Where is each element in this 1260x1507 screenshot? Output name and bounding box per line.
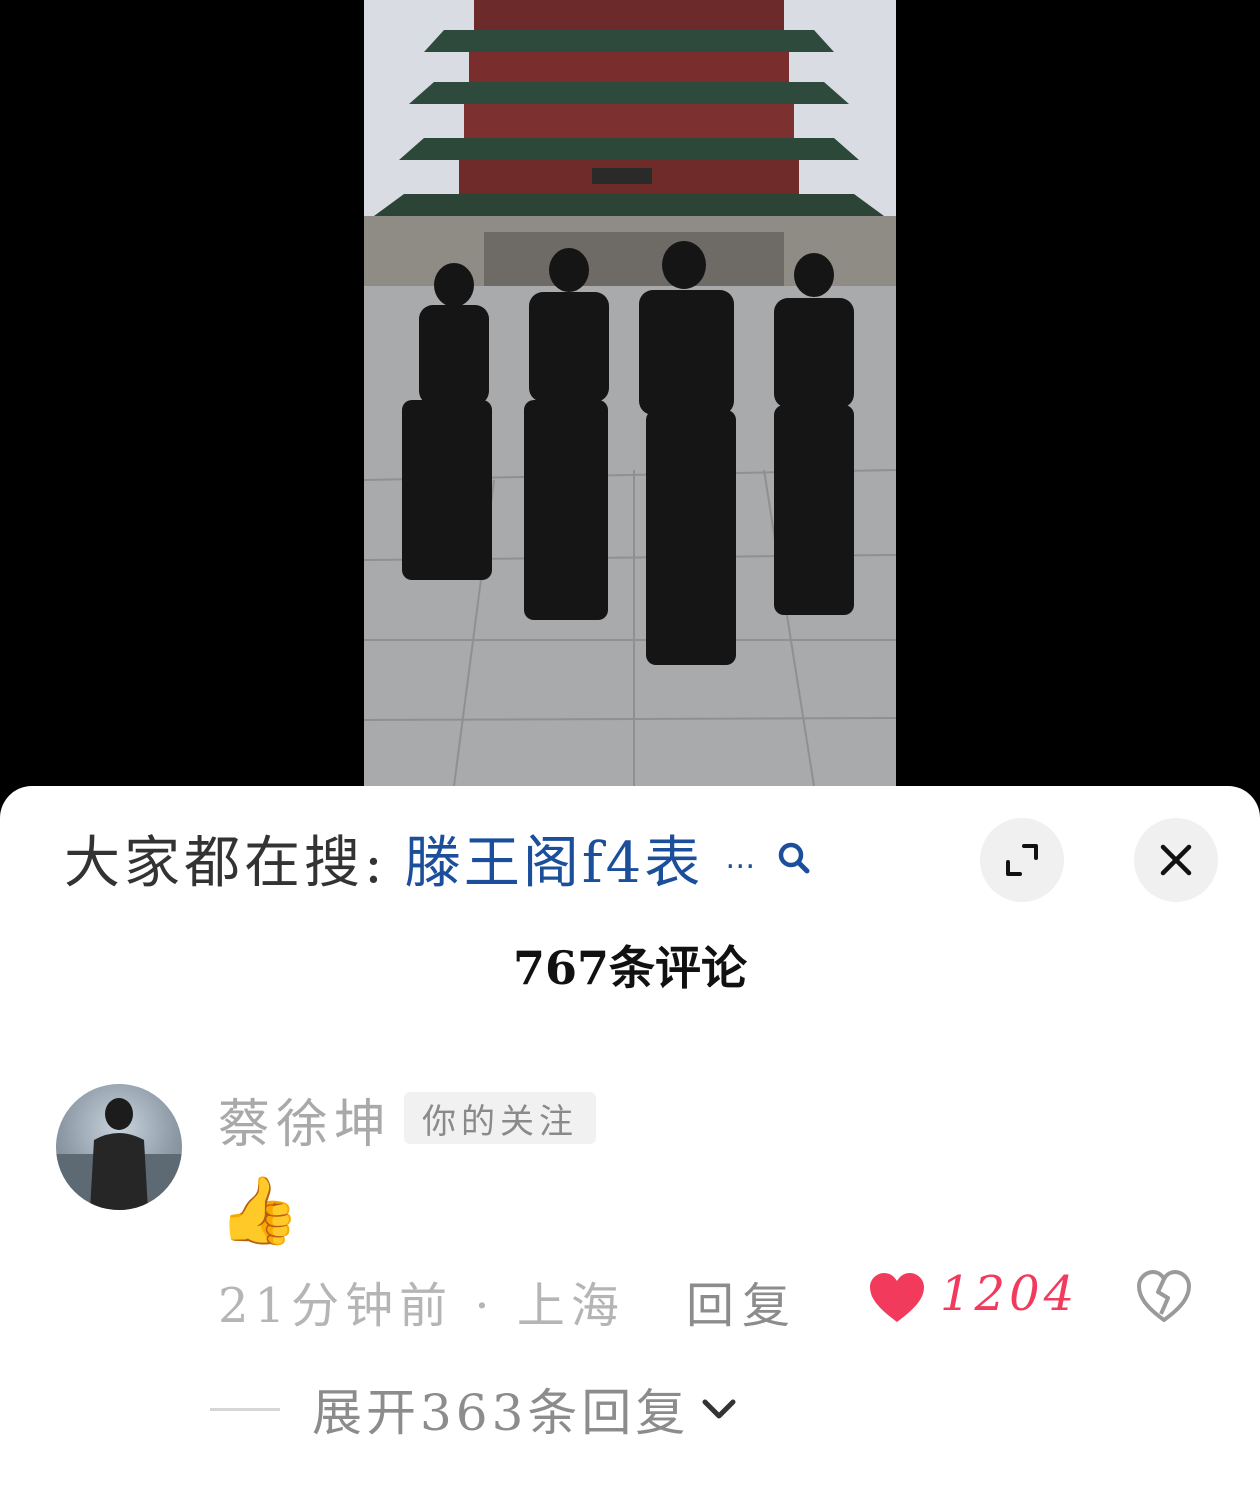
comment-username[interactable]: 蔡徐坤 <box>218 1082 392 1157</box>
avatar[interactable] <box>56 1084 182 1210</box>
expand-button[interactable] <box>980 818 1064 902</box>
broken-heart-icon[interactable] <box>1136 1270 1192 1324</box>
avatar-image <box>56 1098 182 1210</box>
like-count: 1204 <box>940 1266 1079 1322</box>
heart-icon[interactable] <box>868 1272 926 1324</box>
search-prefix-label: 大家都在搜: <box>64 830 387 896</box>
comment-time-location: 21分钟前 · 上海 <box>218 1278 625 1334</box>
chevron-down-icon <box>702 1399 736 1419</box>
divider-line <box>210 1407 280 1411</box>
search-suggestion-bar[interactable]: 大家都在搜: 滕王阁f4表 … <box>64 818 924 898</box>
following-badge: 你的关注 <box>404 1092 596 1144</box>
close-icon <box>1160 844 1192 876</box>
video-scene-image <box>364 0 896 786</box>
comment-sheet: 大家都在搜: 滕王阁f4表 … 767条评论 蔡徐坤 你的关注 👍 21分钟前 … <box>0 786 1260 1507</box>
reply-button[interactable]: 回复 <box>686 1266 798 1336</box>
search-icon[interactable] <box>777 841 811 875</box>
comment-meta-row: 21分钟前 · 上海 回复 1204 <box>218 1266 1218 1336</box>
video-player[interactable] <box>0 0 1260 800</box>
expand-icon <box>1006 844 1038 876</box>
search-ellipsis: … <box>725 840 756 876</box>
comment-count-title: 767条评论 <box>512 941 748 995</box>
comment-text: 👍 <box>218 1172 301 1249</box>
expand-replies-label: 展开363条回复 <box>312 1384 690 1442</box>
expand-replies-button[interactable]: 展开363条回复 <box>210 1374 739 1444</box>
close-button[interactable] <box>1134 818 1218 902</box>
search-term-link[interactable]: 滕王阁f4表 <box>405 818 703 899</box>
video-frame[interactable] <box>364 0 896 786</box>
